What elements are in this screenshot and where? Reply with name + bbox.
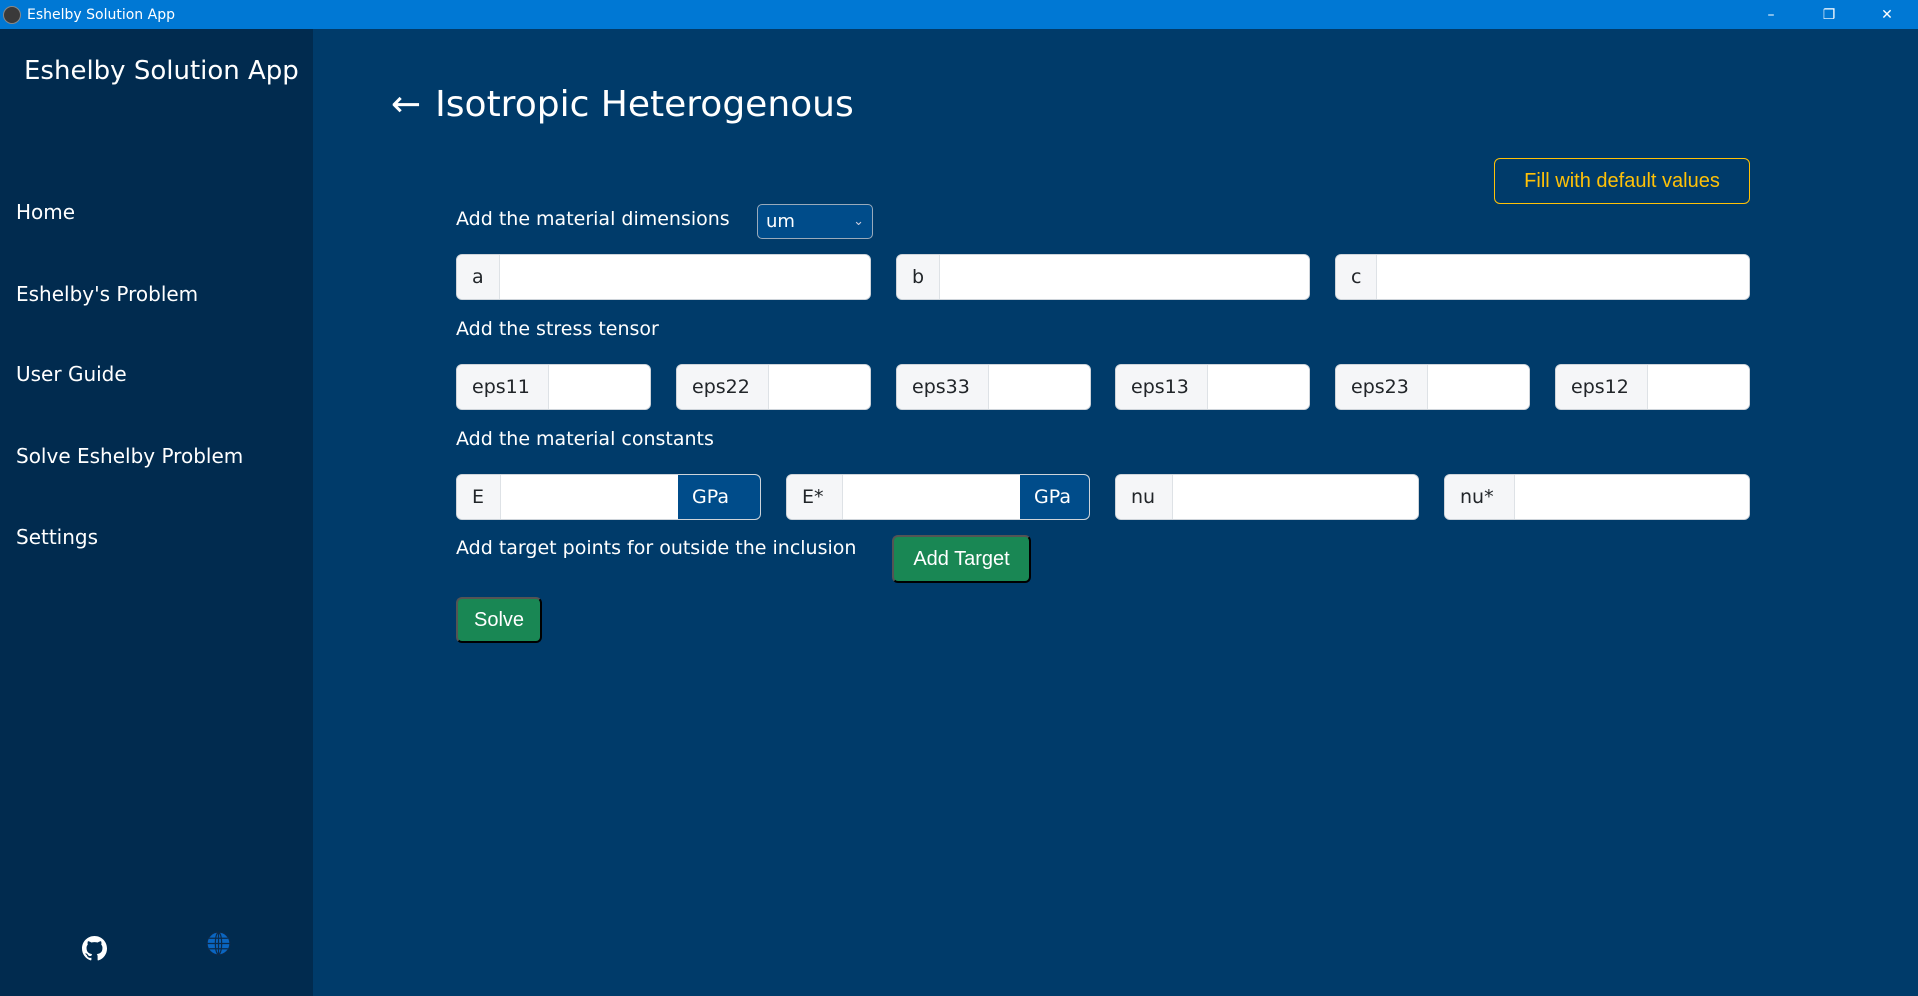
eps23-group: eps23 bbox=[1335, 364, 1530, 410]
eps13-group: eps13 bbox=[1115, 364, 1310, 410]
globe-icon[interactable] bbox=[206, 931, 231, 960]
e-unit-select[interactable]: GPa⌄ bbox=[678, 475, 760, 519]
page-title: Isotropic Heterogenous bbox=[435, 84, 854, 125]
eps12-group: eps12 bbox=[1555, 364, 1750, 410]
solve-button[interactable]: Solve bbox=[456, 597, 542, 643]
dimension-b-label: b bbox=[897, 255, 941, 299]
dimension-c-label: c bbox=[1336, 255, 1378, 299]
e-label: E bbox=[457, 475, 501, 519]
eps11-input[interactable] bbox=[549, 365, 650, 409]
dimension-a-input[interactable] bbox=[499, 255, 870, 299]
restore-button[interactable]: ❐ bbox=[1800, 0, 1858, 29]
eps33-input[interactable] bbox=[989, 365, 1090, 409]
e-star-unit-select[interactable]: GPa⌄ bbox=[1020, 475, 1089, 519]
dimension-b-input[interactable] bbox=[940, 255, 1309, 299]
eps12-label: eps12 bbox=[1556, 365, 1648, 409]
page-header: ← Isotropic Heterogenous bbox=[391, 84, 854, 125]
eps11-group: eps11 bbox=[456, 364, 651, 410]
e-group: E GPa⌄ bbox=[456, 474, 761, 520]
window-title: Eshelby Solution App bbox=[27, 6, 175, 23]
github-icon[interactable] bbox=[82, 936, 108, 965]
eps22-input[interactable] bbox=[769, 365, 870, 409]
sidebar-item-eshelbys-problem[interactable]: Eshelby's Problem bbox=[16, 282, 198, 306]
fill-default-values-button[interactable]: Fill with default values bbox=[1494, 158, 1750, 204]
e-star-unit-value: GPa bbox=[1034, 486, 1071, 508]
eps23-input[interactable] bbox=[1428, 365, 1529, 409]
dimension-c-input[interactable] bbox=[1377, 255, 1749, 299]
sidebar-app-name: Eshelby Solution App bbox=[24, 56, 299, 86]
sidebar-item-user-guide[interactable]: User Guide bbox=[16, 362, 127, 386]
eps22-label: eps22 bbox=[677, 365, 769, 409]
e-star-group: E* GPa⌄ bbox=[786, 474, 1090, 520]
e-star-label: E* bbox=[787, 475, 843, 519]
eps11-label: eps11 bbox=[457, 365, 549, 409]
dimension-a-label: a bbox=[457, 255, 500, 299]
dimension-unit-select[interactable]: um ⌄ bbox=[757, 204, 873, 239]
dimension-a-group: a bbox=[456, 254, 871, 300]
e-input[interactable] bbox=[501, 475, 678, 519]
nu-star-group: nu* bbox=[1444, 474, 1750, 520]
window-titlebar: Eshelby Solution App bbox=[0, 0, 1918, 29]
nu-input[interactable] bbox=[1173, 475, 1418, 519]
sidebar-item-solve-eshelby-problem[interactable]: Solve Eshelby Problem bbox=[16, 444, 243, 468]
dimension-unit-value: um bbox=[766, 211, 795, 232]
targets-label: Add target points for outside the inclus… bbox=[456, 537, 857, 559]
e-star-input[interactable] bbox=[843, 475, 1020, 519]
eps12-input[interactable] bbox=[1648, 365, 1749, 409]
stress-label: Add the stress tensor bbox=[456, 318, 659, 340]
dimension-c-group: c bbox=[1335, 254, 1750, 300]
nu-star-input[interactable] bbox=[1515, 475, 1749, 519]
nu-star-label: nu* bbox=[1445, 475, 1515, 519]
e-unit-value: GPa bbox=[692, 486, 729, 508]
dimension-b-group: b bbox=[896, 254, 1310, 300]
constants-label: Add the material constants bbox=[456, 428, 714, 450]
sidebar bbox=[0, 29, 313, 996]
sidebar-item-settings[interactable]: Settings bbox=[16, 525, 98, 549]
eps22-group: eps22 bbox=[676, 364, 871, 410]
eps13-input[interactable] bbox=[1208, 365, 1309, 409]
eps13-label: eps13 bbox=[1116, 365, 1208, 409]
sidebar-item-home[interactable]: Home bbox=[16, 200, 75, 224]
back-arrow-icon[interactable]: ← bbox=[391, 84, 421, 125]
dimensions-label: Add the material dimensions bbox=[456, 208, 730, 230]
add-target-button[interactable]: Add Target bbox=[892, 535, 1031, 583]
app-icon bbox=[3, 5, 21, 24]
chevron-down-icon: ⌄ bbox=[853, 214, 864, 229]
eps33-label: eps33 bbox=[897, 365, 989, 409]
nu-label: nu bbox=[1116, 475, 1173, 519]
minimize-button[interactable]: – bbox=[1742, 0, 1800, 29]
nu-group: nu bbox=[1115, 474, 1419, 520]
eps33-group: eps33 bbox=[896, 364, 1091, 410]
close-button[interactable]: ✕ bbox=[1858, 0, 1916, 29]
eps23-label: eps23 bbox=[1336, 365, 1428, 409]
